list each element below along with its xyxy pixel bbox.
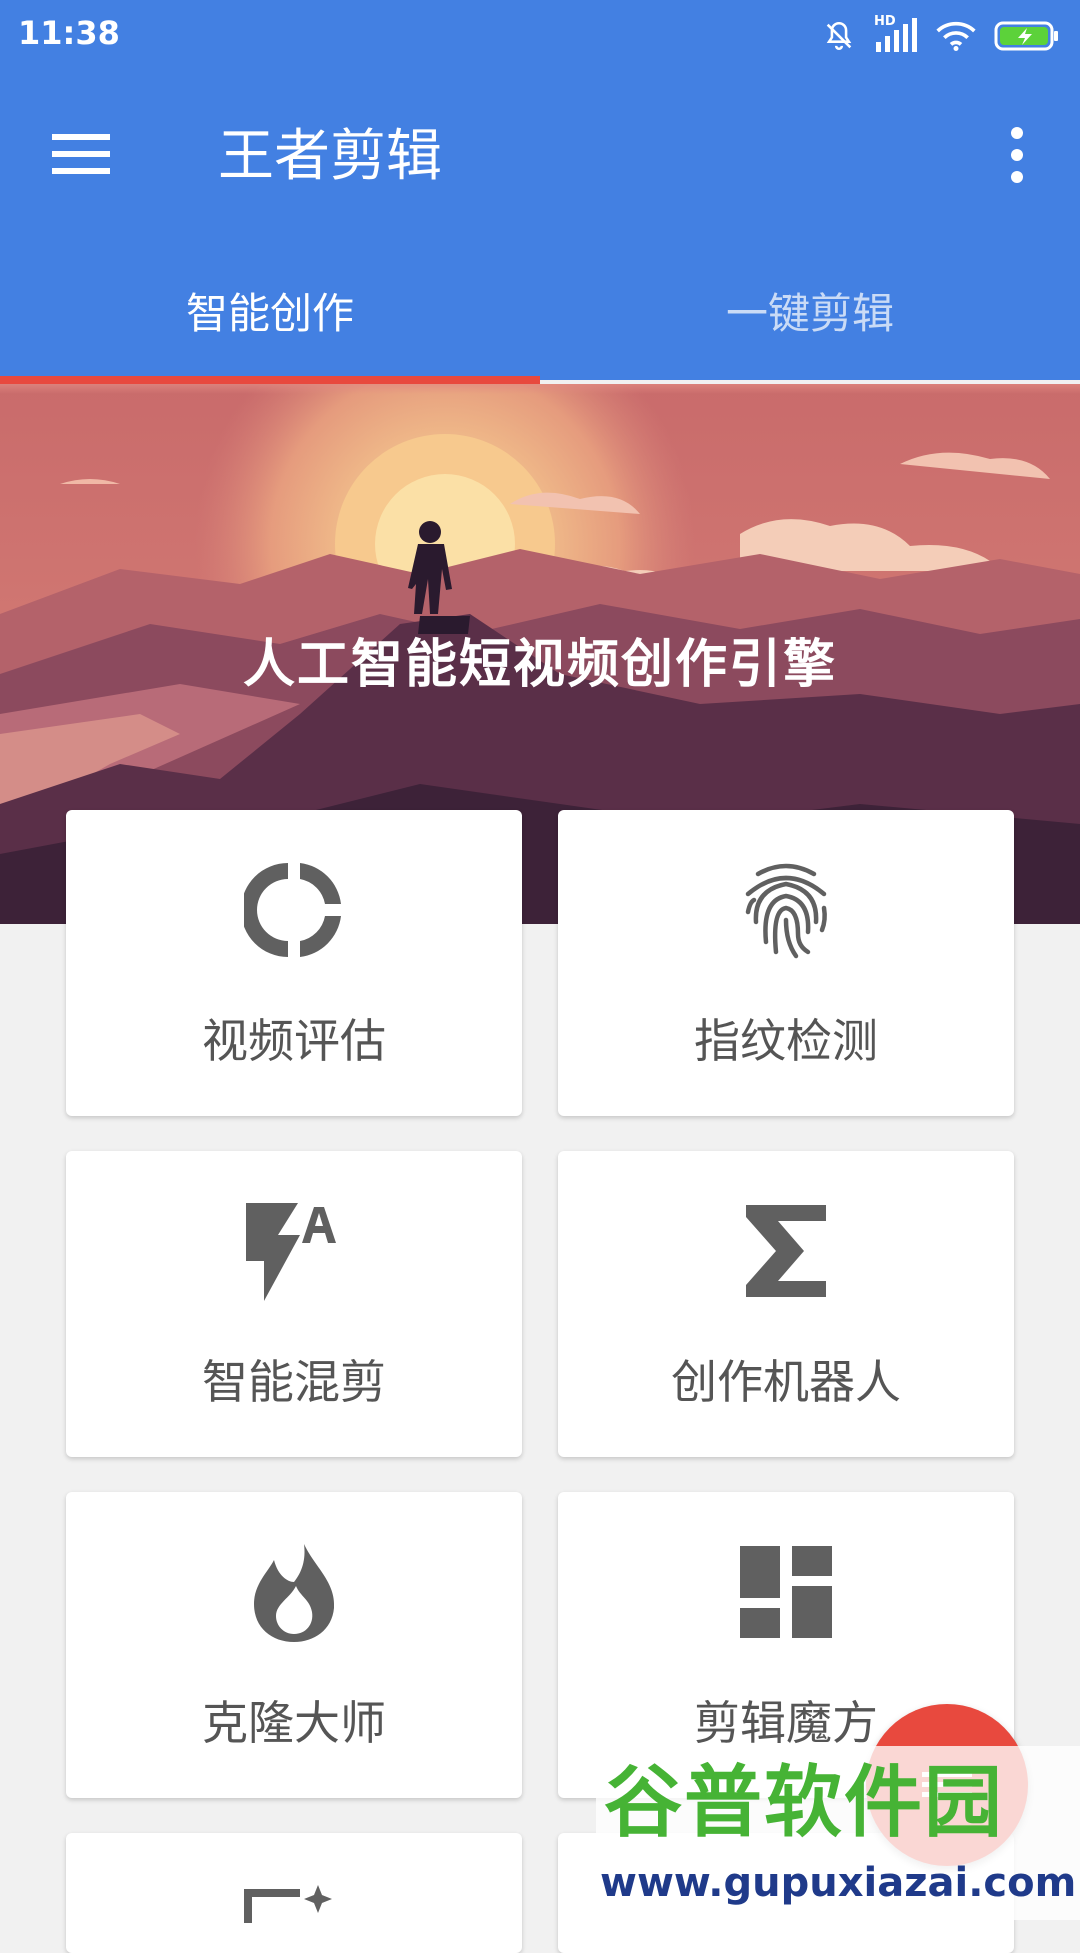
more-vertical-icon <box>1011 127 1023 183</box>
card-label: 创作机器人 <box>671 1355 901 1409</box>
dashboard-grid-icon <box>740 1546 832 1638</box>
card-creation-robot[interactable]: 创作机器人 <box>558 1151 1014 1457</box>
watermark-title: 谷普软件园 <box>604 1758 1005 1848</box>
tab-one-click-edit[interactable]: 一键剪辑 <box>540 240 1080 380</box>
tab-smart-creation[interactable]: 智能创作 <box>0 240 540 380</box>
fingerprint-icon <box>745 863 827 959</box>
sigma-icon <box>746 1205 826 1297</box>
app-bar: 王者剪辑 <box>0 70 1080 240</box>
signal-icon: HD <box>874 14 918 54</box>
wifi-icon <box>936 21 976 51</box>
status-bar: 11:38 HD <box>0 0 1080 70</box>
card-smart-mix[interactable]: 智能混剪 <box>66 1151 522 1457</box>
card-label: 克隆大师 <box>202 1696 386 1750</box>
flame-icon <box>254 1544 335 1642</box>
status-time: 11:38 <box>18 14 120 52</box>
menu-button[interactable] <box>52 130 112 178</box>
tab-bar-shadow <box>0 384 1080 394</box>
hero-title: 人工智能短视频创作引擎 <box>242 635 837 695</box>
flash-auto-icon <box>246 1203 336 1301</box>
hamburger-menu-icon <box>52 134 110 174</box>
status-icons: HD <box>822 14 1060 56</box>
bell-off-icon <box>826 21 852 50</box>
more-options-button[interactable] <box>992 125 1042 185</box>
watermark-url: www.gupuxiazai.com <box>600 1860 1077 1906</box>
card-clone-master[interactable]: 克隆大师 <box>66 1492 522 1798</box>
card-label: 指纹检测 <box>694 1014 878 1068</box>
donut-chart-icon <box>244 863 341 957</box>
magic-edit-icon <box>244 1885 332 1923</box>
card-video-evaluation[interactable]: 视频评估 <box>66 810 522 1116</box>
card-partial-left[interactable] <box>66 1833 522 1953</box>
card-label: 视频评估 <box>202 1014 386 1068</box>
tab-indicator <box>0 376 540 384</box>
tab-bar: 智能创作 一键剪辑 <box>0 240 1080 380</box>
watermark: 谷普软件园 www.gupuxiazai.com <box>596 1746 1080 1920</box>
card-fingerprint-detection[interactable]: 指纹检测 <box>558 810 1014 1116</box>
app-title: 王者剪辑 <box>218 124 442 189</box>
battery-charging-icon <box>994 21 1058 51</box>
card-label: 智能混剪 <box>202 1355 386 1409</box>
